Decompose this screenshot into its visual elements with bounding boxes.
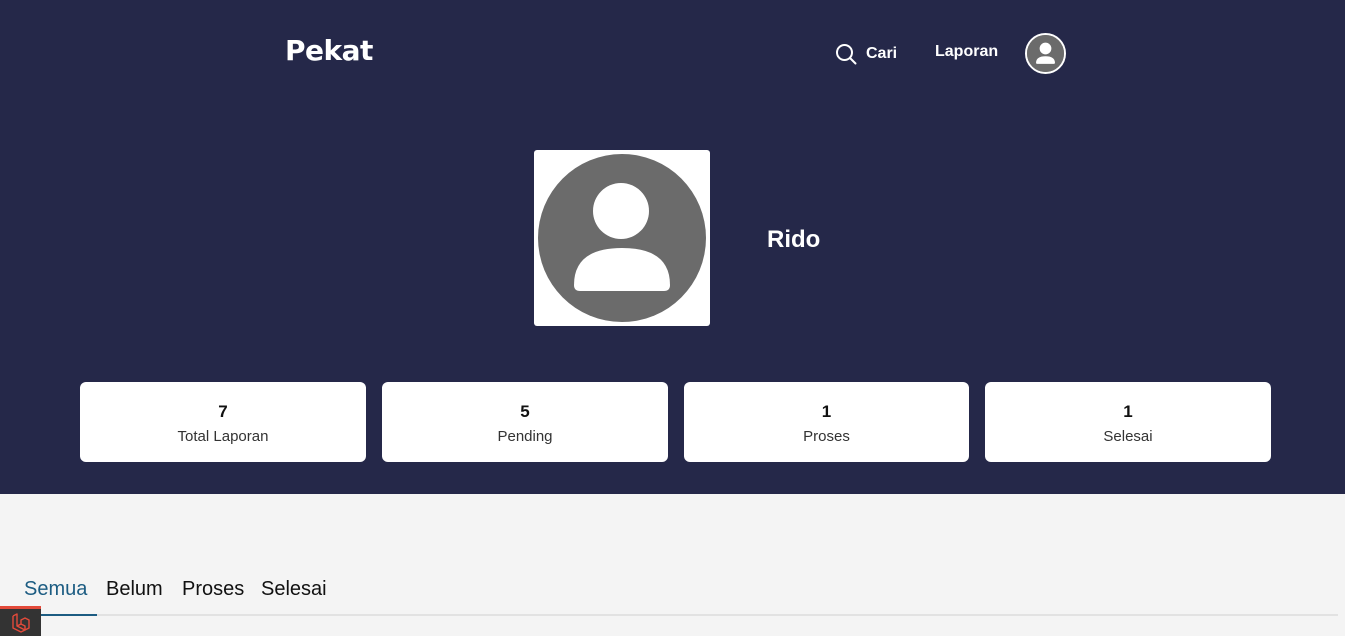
debugbar-toggle[interactable] xyxy=(0,606,41,636)
stat-value: 7 xyxy=(218,402,228,421)
stat-value: 5 xyxy=(520,402,530,421)
stat-value: 1 xyxy=(821,402,832,421)
stat-label: Total Laporan xyxy=(177,428,269,445)
tab-belum[interactable]: Belum xyxy=(96,578,173,616)
user-avatar-icon xyxy=(1027,35,1064,72)
brand-logo[interactable]: Pekat xyxy=(285,34,373,67)
stat-label: Proses xyxy=(803,428,850,445)
nav-search-link[interactable]: Cari xyxy=(834,41,897,67)
stat-label: Pending xyxy=(497,428,553,445)
nav-report-link[interactable]: Laporan xyxy=(935,43,998,61)
user-avatar-icon xyxy=(538,154,706,322)
tab-proses[interactable]: Proses xyxy=(172,578,254,616)
report-filter-tabs: Semua Belum Proses Selesai xyxy=(14,570,1338,616)
laravel-logo-icon xyxy=(11,612,30,633)
search-icon xyxy=(836,44,857,65)
profile-name: Rido xyxy=(767,226,821,253)
profile-photo xyxy=(534,150,710,326)
tab-selesai[interactable]: Selesai xyxy=(251,578,337,616)
stat-card-proses: 1 Proses xyxy=(684,382,969,462)
stat-value: 1 xyxy=(1123,402,1133,421)
stat-card-selesai: 1 Selesai xyxy=(985,382,1271,462)
user-avatar-button[interactable] xyxy=(1025,33,1066,74)
profile-hero: Pekat Cari Laporan Rido 7 Total Laporan … xyxy=(0,0,1345,494)
stat-label: Selesai xyxy=(1103,428,1153,445)
nav-search-label: Cari xyxy=(866,45,898,62)
stat-card-pending: 5 Pending xyxy=(382,382,668,462)
stat-card-total: 7 Total Laporan xyxy=(80,382,366,462)
